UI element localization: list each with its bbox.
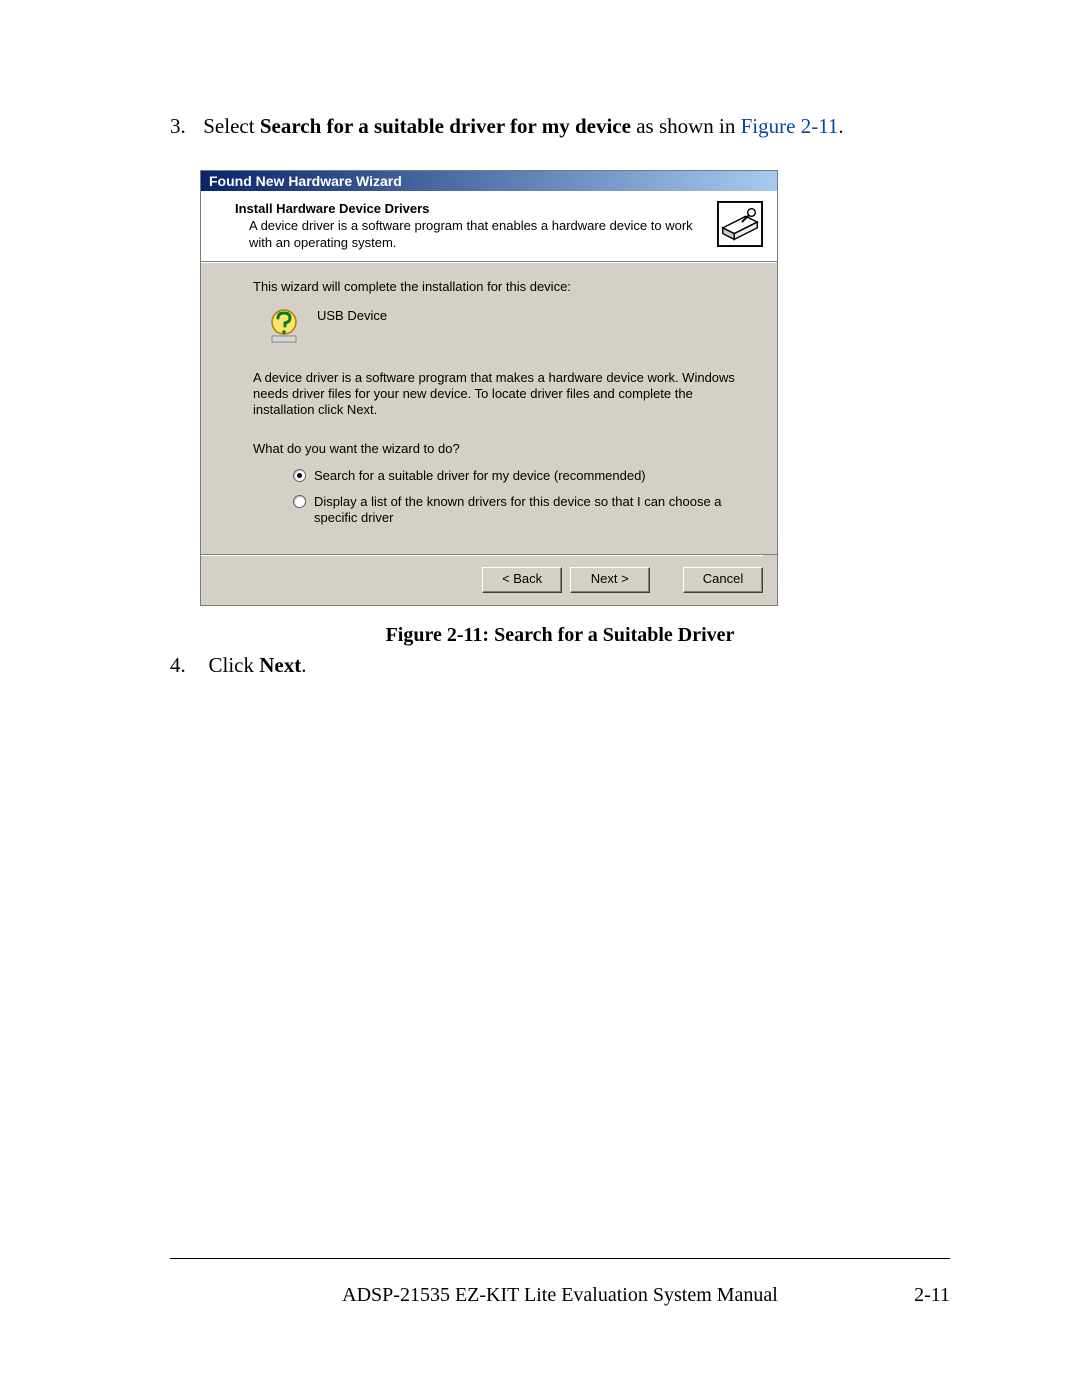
radio-selected-icon[interactable] (293, 469, 306, 482)
back-button[interactable]: < Back (482, 567, 562, 593)
footer-manual-title: ADSP-21535 EZ-KIT Lite Evaluation System… (250, 1284, 870, 1307)
wizard-header: Install Hardware Device Drivers A device… (201, 191, 777, 262)
document-page: 3. Select Search for a suitable driver f… (0, 0, 1080, 1397)
step-4-bold: Next (259, 653, 301, 677)
wizard-button-bar: < Back Next > Cancel (201, 554, 777, 605)
device-setup-icon (717, 201, 763, 247)
step-3-suffix: . (838, 114, 843, 138)
step-4-suffix: . (301, 653, 306, 677)
cancel-button[interactable]: Cancel (683, 567, 763, 593)
step-3-number: 3. (170, 112, 198, 140)
figure-link[interactable]: Figure 2-11 (741, 114, 839, 138)
option-2-label: Display a list of the known drivers for … (314, 494, 734, 527)
wizard-complete-line: This wizard will complete the installati… (253, 279, 751, 294)
wizard-content: This wizard will complete the installati… (201, 262, 777, 555)
device-row: USB Device (269, 308, 751, 346)
step-3-text: 3. Select Search for a suitable driver f… (170, 112, 950, 140)
wizard-header-subtitle: A device driver is a software program th… (235, 218, 707, 251)
step-3-middle: as shown in (631, 114, 741, 138)
step-3-prefix: Select (203, 114, 260, 138)
footer-page-number: 2-11 (870, 1284, 950, 1307)
device-name: USB Device (317, 308, 387, 323)
option-search-driver[interactable]: Search for a suitable driver for my devi… (293, 468, 751, 484)
page-footer: ADSP-21535 EZ-KIT Lite Evaluation System… (170, 1284, 950, 1307)
step-4-number: 4. (170, 653, 198, 678)
wizard-header-text: Install Hardware Device Drivers A device… (235, 201, 717, 251)
wizard-options: Search for a suitable driver for my devi… (253, 468, 751, 527)
wizard-header-title: Install Hardware Device Drivers (235, 201, 707, 216)
wizard-explanation: A device driver is a software program th… (253, 370, 751, 419)
step-4-text: 4. Click Next. (170, 653, 950, 678)
question-device-icon (269, 308, 303, 346)
wizard-dialog: Found New Hardware Wizard Install Hardwa… (200, 170, 778, 606)
next-button[interactable]: Next > (570, 567, 650, 593)
option-1-label: Search for a suitable driver for my devi… (314, 468, 646, 484)
step-4-prefix: Click (209, 653, 260, 677)
option-display-list[interactable]: Display a list of the known drivers for … (293, 494, 751, 527)
footer-rule (170, 1258, 950, 1259)
wizard-titlebar: Found New Hardware Wizard (201, 171, 777, 191)
figure-caption: Figure 2-11: Search for a Suitable Drive… (170, 624, 950, 647)
radio-unselected-icon[interactable] (293, 495, 306, 508)
step-3-bold: Search for a suitable driver for my devi… (260, 114, 631, 138)
wizard-prompt: What do you want the wizard to do? (253, 441, 751, 456)
